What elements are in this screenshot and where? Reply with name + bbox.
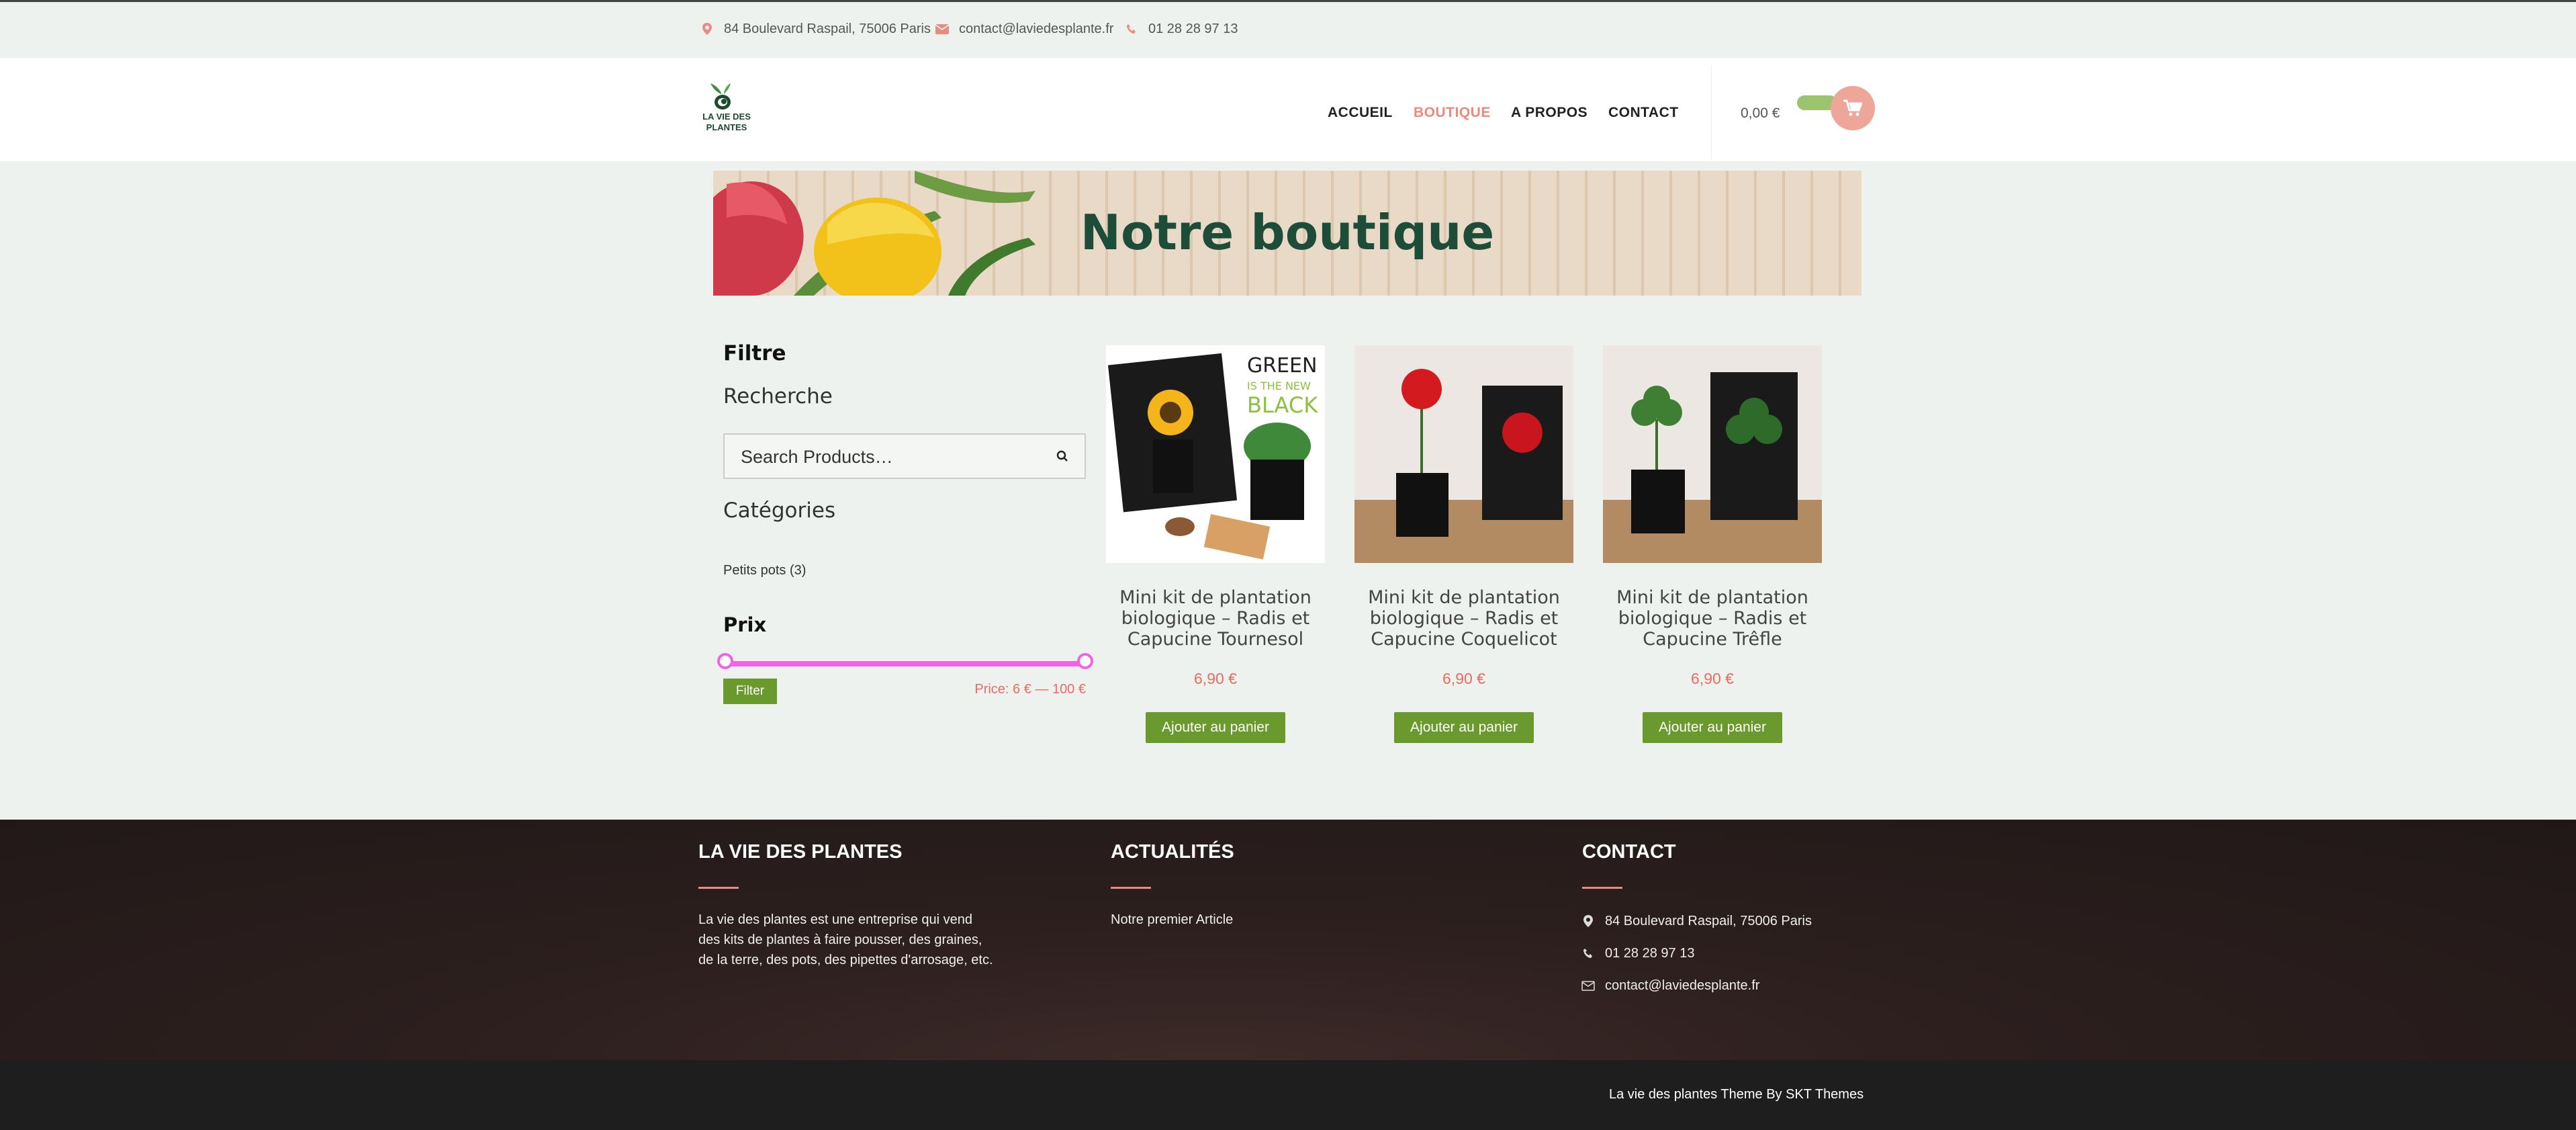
product-title-trefle[interactable]: Mini kit de plantation biologique – Radi… <box>1603 587 1822 650</box>
logo-plant-icon <box>710 83 731 110</box>
footer-news-underline <box>1111 887 1151 889</box>
footer-contact-heading: CONTACT <box>1582 841 1676 863</box>
sunflower-kit-image: GREEN IS THE NEW BLACK <box>1107 353 1318 560</box>
footer-contact-email[interactable]: contact@laviedesplante.fr <box>1578 975 1759 996</box>
svg-text:GREEN: GREEN <box>1247 354 1317 378</box>
search-box <box>723 433 1086 479</box>
topbar-email[interactable]: contact@laviedesplante.fr <box>933 20 1113 38</box>
footer-contact-address: 84 Boulevard Raspail, 75006 Paris <box>1578 911 1812 931</box>
product-title-coquelicot[interactable]: Mini kit de plantation biologique – Radi… <box>1354 587 1573 650</box>
add-to-cart-button-coquelicot[interactable]: Ajouter au panier <box>1394 712 1534 743</box>
svg-text:BLACK: BLACK <box>1247 392 1318 418</box>
clover-kit-image <box>1603 372 1822 563</box>
header-divider <box>1711 66 1712 160</box>
phone-icon <box>1578 948 1598 959</box>
bottom-bar <box>0 1060 2576 1130</box>
price-range-label: Price: 6 € — 100 € <box>974 682 1086 697</box>
envelope-icon <box>933 20 951 38</box>
footer-about-heading: LA VIE DES PLANTES <box>698 841 903 863</box>
nav-a-propos[interactable]: A PROPOS <box>1511 105 1588 121</box>
footer-contact-underline <box>1582 887 1622 889</box>
price-slider-track <box>723 661 1086 666</box>
topbar-email-text[interactable]: contact@laviedesplante.fr <box>959 21 1113 37</box>
price-slider-max-handle[interactable] <box>1077 653 1093 669</box>
nav-boutique[interactable]: BOUTIQUE <box>1414 105 1491 121</box>
topbar-address: 84 Boulevard Raspail, 75006 Paris <box>698 20 931 38</box>
price-slider-min-handle[interactable] <box>717 653 733 669</box>
product-image-tournesol[interactable]: GREEN IS THE NEW BLACK <box>1106 345 1325 563</box>
map-marker-icon <box>1578 915 1598 927</box>
category-petits-pots[interactable]: Petits pots (3) <box>723 563 806 578</box>
search-icon <box>1056 450 1068 462</box>
footer-news-article[interactable]: Notre premier Article <box>1111 910 1233 930</box>
footer-email-text[interactable]: contact@laviedesplante.fr <box>1605 975 1759 996</box>
price-heading: Prix <box>723 613 767 636</box>
cart-button[interactable] <box>1831 86 1875 130</box>
logo-text: LA VIE DES PLANTES <box>693 112 760 133</box>
top-bar <box>0 0 2576 58</box>
product-image-trefle[interactable] <box>1603 345 1822 563</box>
topbar-address-text: 84 Boulevard Raspail, 75006 Paris <box>724 21 931 36</box>
categories-heading: Catégories <box>723 498 836 523</box>
footer-phone-text: 01 28 28 97 13 <box>1605 946 1695 961</box>
svg-text:IS THE NEW: IS THE NEW <box>1247 380 1311 392</box>
logo-line2: PLANTES <box>706 122 747 132</box>
footer-contact-phone: 01 28 28 97 13 <box>1578 943 1694 963</box>
footer-news-heading: ACTUALITÉS <box>1111 841 1234 863</box>
product-title-tournesol[interactable]: Mini kit de plantation biologique – Radi… <box>1106 587 1325 650</box>
nav-accueil[interactable]: ACCUEIL <box>1328 105 1393 121</box>
product-price-trefle: 6,90 € <box>1691 670 1734 687</box>
filter-heading: Filtre <box>723 341 786 365</box>
logo-line1: LA VIE DES <box>702 112 751 122</box>
search-heading: Recherche <box>723 384 833 408</box>
cart-icon <box>1843 99 1862 116</box>
product-image-coquelicot[interactable] <box>1354 345 1573 563</box>
site-footer <box>0 820 2576 1060</box>
footer-about-underline <box>698 887 739 889</box>
site-header <box>0 58 2576 161</box>
search-button[interactable] <box>1040 435 1085 478</box>
cart-total[interactable]: 0,00 € <box>1741 105 1780 122</box>
envelope-icon <box>1578 980 1598 991</box>
theme-credit[interactable]: La vie des plantes Theme By SKT Themes <box>1609 1087 1864 1102</box>
add-to-cart-button-trefle[interactable]: Ajouter au panier <box>1643 712 1782 743</box>
topbar-phone-text: 01 28 28 97 13 <box>1148 21 1238 36</box>
poppy-kit-image <box>1354 369 1573 563</box>
filter-button[interactable]: Filter <box>723 679 777 704</box>
footer-about-text: La vie des plantes est une entreprise qu… <box>698 912 993 967</box>
map-marker-icon <box>698 20 716 38</box>
page-banner: Notre boutique <box>713 171 1861 296</box>
add-to-cart-button-tournesol[interactable]: Ajouter au panier <box>1146 712 1285 743</box>
search-input[interactable] <box>725 435 1051 479</box>
footer-address-text: 84 Boulevard Raspail, 75006 Paris <box>1605 914 1812 928</box>
phone-icon <box>1123 20 1140 38</box>
product-price-tournesol: 6,90 € <box>1194 670 1237 687</box>
nav-contact[interactable]: CONTACT <box>1608 105 1679 121</box>
product-price-coquelicot: 6,90 € <box>1442 670 1485 687</box>
topbar-phone: 01 28 28 97 13 <box>1123 20 1238 38</box>
page-title: Notre boutique <box>1080 204 1495 261</box>
